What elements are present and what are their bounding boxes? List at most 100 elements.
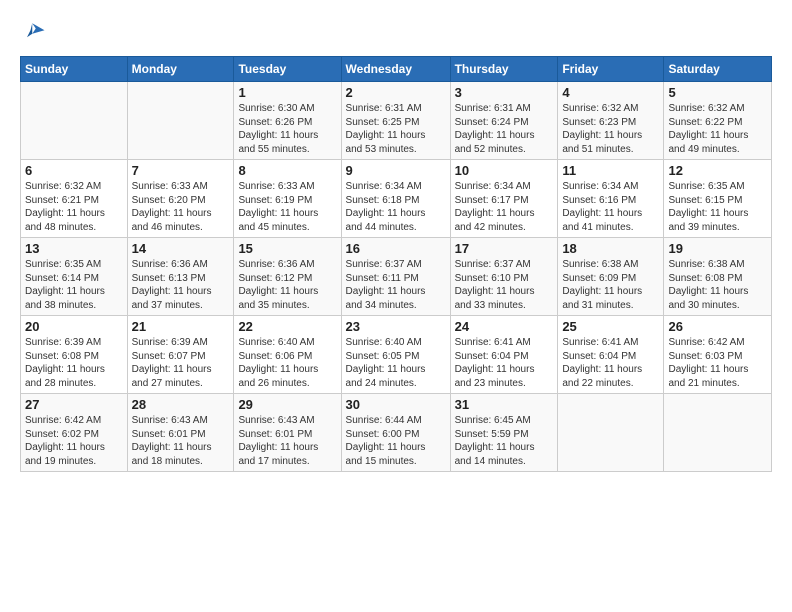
day-info: Sunrise: 6:37 AM Sunset: 6:11 PM Dayligh… [346, 258, 446, 312]
calendar-cell: 11 Sunrise: 6:34 AM Sunset: 6:16 PM Dayli… [558, 160, 664, 238]
day-number: 24 [455, 319, 554, 334]
day-info: Sunrise: 6:44 AM Sunset: 6:00 PM Dayligh… [346, 414, 446, 468]
calendar-cell [664, 394, 772, 472]
day-number: 22 [238, 319, 336, 334]
day-number: 16 [346, 241, 446, 256]
calendar-cell [127, 82, 234, 160]
day-info: Sunrise: 6:43 AM Sunset: 6:01 PM Dayligh… [132, 414, 230, 468]
calendar-cell: 19 Sunrise: 6:38 AM Sunset: 6:08 PM Dayli… [664, 238, 772, 316]
day-number: 5 [668, 85, 767, 100]
calendar-cell: 13 Sunrise: 6:35 AM Sunset: 6:14 PM Dayli… [21, 238, 128, 316]
calendar-cell: 22 Sunrise: 6:40 AM Sunset: 6:06 PM Dayli… [234, 316, 341, 394]
day-number: 7 [132, 163, 230, 178]
calendar-table: SundayMondayTuesdayWednesdayThursdayFrid… [20, 56, 772, 472]
calendar-cell [558, 394, 664, 472]
calendar-cell: 20 Sunrise: 6:39 AM Sunset: 6:08 PM Dayli… [21, 316, 128, 394]
day-info: Sunrise: 6:30 AM Sunset: 6:26 PM Dayligh… [238, 102, 336, 156]
day-number: 18 [562, 241, 659, 256]
calendar-cell [21, 82, 128, 160]
calendar-cell: 27Sunrise: 6:42 AM Sunset: 6:02 PM Dayli… [21, 394, 128, 472]
day-info: Sunrise: 6:33 AM Sunset: 6:19 PM Dayligh… [238, 180, 336, 234]
calendar-cell: 23 Sunrise: 6:40 AM Sunset: 6:05 PM Dayli… [341, 316, 450, 394]
header [20, 18, 772, 46]
day-info: Sunrise: 6:32 AM Sunset: 6:23 PM Dayligh… [562, 102, 659, 156]
calendar-cell: 15Sunrise: 6:36 AM Sunset: 6:12 PM Dayli… [234, 238, 341, 316]
day-info: Sunrise: 6:45 AM Sunset: 5:59 PM Dayligh… [455, 414, 554, 468]
day-info: Sunrise: 6:32 AM Sunset: 6:22 PM Dayligh… [668, 102, 767, 156]
day-info: Sunrise: 6:31 AM Sunset: 6:25 PM Dayligh… [346, 102, 446, 156]
calendar-cell: 24 Sunrise: 6:41 AM Sunset: 6:04 PM Dayli… [450, 316, 558, 394]
calendar-cell: 31 Sunrise: 6:45 AM Sunset: 5:59 PM Dayli… [450, 394, 558, 472]
day-number: 30 [346, 397, 446, 412]
day-info: Sunrise: 6:40 AM Sunset: 6:05 PM Dayligh… [346, 336, 446, 390]
day-number: 12 [668, 163, 767, 178]
day-info: Sunrise: 6:33 AM Sunset: 6:20 PM Dayligh… [132, 180, 230, 234]
day-info: Sunrise: 6:39 AM Sunset: 6:07 PM Dayligh… [132, 336, 230, 390]
day-info: Sunrise: 6:35 AM Sunset: 6:14 PM Dayligh… [25, 258, 123, 312]
calendar-cell: 5 Sunrise: 6:32 AM Sunset: 6:22 PM Daylig… [664, 82, 772, 160]
day-number: 25 [562, 319, 659, 334]
column-header-sunday: Sunday [21, 57, 128, 82]
day-number: 1 [238, 85, 336, 100]
day-number: 14 [132, 241, 230, 256]
calendar-cell: 17 Sunrise: 6:37 AM Sunset: 6:10 PM Dayli… [450, 238, 558, 316]
calendar-cell: 18 Sunrise: 6:38 AM Sunset: 6:09 PM Dayli… [558, 238, 664, 316]
calendar-cell: 3 Sunrise: 6:31 AM Sunset: 6:24 PM Daylig… [450, 82, 558, 160]
day-number: 31 [455, 397, 554, 412]
day-info: Sunrise: 6:43 AM Sunset: 6:01 PM Dayligh… [238, 414, 336, 468]
day-info: Sunrise: 6:34 AM Sunset: 6:18 PM Dayligh… [346, 180, 446, 234]
day-number: 8 [238, 163, 336, 178]
calendar-cell: 30 Sunrise: 6:44 AM Sunset: 6:00 PM Dayli… [341, 394, 450, 472]
day-info: Sunrise: 6:41 AM Sunset: 6:04 PM Dayligh… [562, 336, 659, 390]
calendar-cell: 26Sunrise: 6:42 AM Sunset: 6:03 PM Dayli… [664, 316, 772, 394]
calendar-cell: 29Sunrise: 6:43 AM Sunset: 6:01 PM Dayli… [234, 394, 341, 472]
day-info: Sunrise: 6:39 AM Sunset: 6:08 PM Dayligh… [25, 336, 123, 390]
day-number: 21 [132, 319, 230, 334]
day-number: 2 [346, 85, 446, 100]
day-info: Sunrise: 6:37 AM Sunset: 6:10 PM Dayligh… [455, 258, 554, 312]
calendar-cell: 6 Sunrise: 6:32 AM Sunset: 6:21 PM Daylig… [21, 160, 128, 238]
day-number: 28 [132, 397, 230, 412]
column-header-wednesday: Wednesday [341, 57, 450, 82]
calendar-cell: 9 Sunrise: 6:34 AM Sunset: 6:18 PM Daylig… [341, 160, 450, 238]
day-info: Sunrise: 6:38 AM Sunset: 6:08 PM Dayligh… [668, 258, 767, 312]
calendar-cell: 21 Sunrise: 6:39 AM Sunset: 6:07 PM Dayli… [127, 316, 234, 394]
day-number: 9 [346, 163, 446, 178]
day-number: 23 [346, 319, 446, 334]
day-info: Sunrise: 6:31 AM Sunset: 6:24 PM Dayligh… [455, 102, 554, 156]
calendar-cell: 7 Sunrise: 6:33 AM Sunset: 6:20 PM Daylig… [127, 160, 234, 238]
day-info: Sunrise: 6:36 AM Sunset: 6:13 PM Dayligh… [132, 258, 230, 312]
calendar-cell: 16 Sunrise: 6:37 AM Sunset: 6:11 PM Dayli… [341, 238, 450, 316]
calendar-cell: 2 Sunrise: 6:31 AM Sunset: 6:25 PM Daylig… [341, 82, 450, 160]
calendar-cell: 4 Sunrise: 6:32 AM Sunset: 6:23 PM Daylig… [558, 82, 664, 160]
calendar-cell: 25 Sunrise: 6:41 AM Sunset: 6:04 PM Dayli… [558, 316, 664, 394]
day-info: Sunrise: 6:40 AM Sunset: 6:06 PM Dayligh… [238, 336, 336, 390]
day-number: 19 [668, 241, 767, 256]
day-info: Sunrise: 6:32 AM Sunset: 6:21 PM Dayligh… [25, 180, 123, 234]
day-number: 11 [562, 163, 659, 178]
day-number: 17 [455, 241, 554, 256]
day-number: 13 [25, 241, 123, 256]
day-number: 3 [455, 85, 554, 100]
calendar-cell: 14 Sunrise: 6:36 AM Sunset: 6:13 PM Dayli… [127, 238, 234, 316]
day-info: Sunrise: 6:34 AM Sunset: 6:17 PM Dayligh… [455, 180, 554, 234]
calendar-cell: 12 Sunrise: 6:35 AM Sunset: 6:15 PM Dayli… [664, 160, 772, 238]
calendar-cell: 28 Sunrise: 6:43 AM Sunset: 6:01 PM Dayli… [127, 394, 234, 472]
day-number: 27 [25, 397, 123, 412]
column-header-thursday: Thursday [450, 57, 558, 82]
day-info: Sunrise: 6:41 AM Sunset: 6:04 PM Dayligh… [455, 336, 554, 390]
column-header-friday: Friday [558, 57, 664, 82]
logo [20, 18, 52, 46]
column-header-monday: Monday [127, 57, 234, 82]
day-info: Sunrise: 6:35 AM Sunset: 6:15 PM Dayligh… [668, 180, 767, 234]
day-number: 4 [562, 85, 659, 100]
column-header-tuesday: Tuesday [234, 57, 341, 82]
day-info: Sunrise: 6:38 AM Sunset: 6:09 PM Dayligh… [562, 258, 659, 312]
calendar-cell: 8 Sunrise: 6:33 AM Sunset: 6:19 PM Daylig… [234, 160, 341, 238]
day-number: 15 [238, 241, 336, 256]
calendar-cell: 1 Sunrise: 6:30 AM Sunset: 6:26 PM Daylig… [234, 82, 341, 160]
day-number: 26 [668, 319, 767, 334]
day-info: Sunrise: 6:34 AM Sunset: 6:16 PM Dayligh… [562, 180, 659, 234]
day-number: 6 [25, 163, 123, 178]
day-number: 20 [25, 319, 123, 334]
